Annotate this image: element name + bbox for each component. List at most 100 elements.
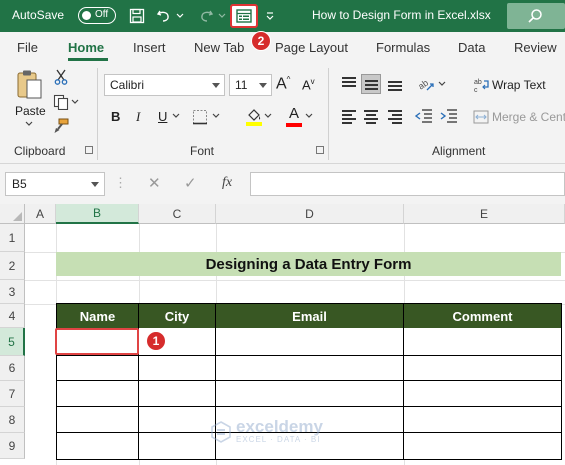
table-cell[interactable] — [139, 356, 216, 381]
borders-dropdown-icon[interactable] — [212, 112, 220, 120]
watermark-name: exceldemy — [236, 417, 323, 436]
select-all-corner[interactable] — [0, 204, 25, 224]
row-header-9[interactable]: 9 — [0, 433, 25, 459]
tab-new-tab[interactable]: New Tab — [194, 40, 244, 55]
row-header-4[interactable]: 4 — [0, 304, 25, 328]
cut-icon[interactable] — [52, 68, 70, 86]
table-cell[interactable] — [139, 433, 216, 459]
table-cell[interactable] — [139, 407, 216, 433]
autosave-toggle[interactable]: Off — [78, 7, 116, 24]
italic-button[interactable]: I — [136, 109, 140, 125]
decrease-font-size-button[interactable]: Av — [302, 77, 315, 92]
paste-label[interactable]: Paste — [15, 104, 46, 118]
increase-indent-icon[interactable] — [439, 107, 459, 125]
font-size-select[interactable]: 11 — [229, 74, 272, 96]
align-left-button[interactable] — [339, 106, 359, 126]
top-align-button[interactable] — [339, 74, 359, 94]
increase-font-size-button[interactable]: A^ — [276, 75, 290, 93]
row-header-6[interactable]: 6 — [0, 356, 25, 381]
table-cell[interactable] — [216, 328, 404, 356]
table-cell[interactable] — [404, 407, 561, 433]
font-color-button[interactable]: A — [286, 105, 302, 127]
font-launcher-icon[interactable] — [316, 146, 324, 154]
column-header-a[interactable]: A — [25, 204, 56, 224]
tab-file[interactable]: File — [17, 40, 38, 55]
table-cell[interactable] — [57, 356, 139, 381]
formula-input[interactable] — [250, 172, 565, 196]
underline-dropdown-icon[interactable] — [172, 112, 180, 120]
row-header-5[interactable]: 5 — [0, 328, 25, 356]
tab-home[interactable]: Home — [68, 40, 104, 55]
table-cell[interactable] — [404, 433, 561, 459]
tab-insert[interactable]: Insert — [133, 40, 166, 55]
chevron-down-icon — [212, 83, 220, 88]
copy-dropdown-icon[interactable] — [71, 98, 79, 106]
table-cell[interactable] — [404, 356, 561, 381]
align-right-button[interactable] — [385, 106, 405, 126]
name-box[interactable]: B5 — [5, 172, 105, 196]
table-cell[interactable] — [139, 381, 216, 407]
autosave-label: AutoSave — [12, 8, 65, 22]
name-box-value: B5 — [12, 177, 27, 191]
save-icon[interactable] — [126, 6, 148, 26]
format-painter-icon[interactable] — [52, 117, 70, 135]
borders-icon[interactable] — [190, 108, 210, 126]
enter-icon[interactable]: ✓ — [184, 174, 197, 192]
copy-icon[interactable] — [51, 93, 71, 111]
table-cell[interactable] — [57, 381, 139, 407]
merge-center-label[interactable]: Merge & Cent — [492, 110, 565, 124]
row-header-7[interactable]: 7 — [0, 381, 25, 407]
paste-icon[interactable] — [13, 68, 47, 102]
bottom-align-button[interactable] — [385, 74, 405, 94]
active-tab-indicator — [68, 58, 108, 61]
font-name-select[interactable]: Calibri — [104, 74, 225, 96]
column-header-e[interactable]: E — [404, 204, 565, 224]
row-header-3[interactable]: 3 — [0, 280, 25, 304]
undo-icon[interactable] — [153, 6, 175, 26]
document-title: How to Design Form in Excel.xlsx — [312, 8, 491, 22]
redo-icon[interactable] — [195, 6, 217, 26]
wrap-text-icon[interactable]: ab c — [473, 76, 491, 94]
table-cell[interactable] — [57, 407, 139, 433]
selected-cell-b5[interactable] — [55, 328, 139, 355]
middle-align-button[interactable] — [361, 74, 381, 94]
align-center-button[interactable] — [361, 106, 381, 126]
search-box[interactable] — [507, 3, 565, 29]
tab-data[interactable]: Data — [458, 40, 485, 55]
paste-dropdown-icon[interactable] — [24, 120, 34, 128]
fill-color-dropdown-icon[interactable] — [264, 112, 272, 120]
wrap-text-label[interactable]: Wrap Text — [492, 78, 546, 92]
redo-dropdown-icon[interactable] — [216, 6, 228, 26]
worksheet-grid[interactable]: A B C D E 1 2 3 4 5 6 7 8 9 Designing a … — [0, 204, 565, 465]
insert-function-button[interactable]: fx — [222, 175, 232, 191]
customize-qat-icon[interactable] — [262, 6, 278, 26]
row-header-8[interactable]: 8 — [0, 407, 25, 433]
decrease-indent-icon[interactable] — [414, 107, 434, 125]
undo-dropdown-icon[interactable] — [174, 6, 186, 26]
column-header-c[interactable]: C — [139, 204, 216, 224]
column-header-d[interactable]: D — [216, 204, 404, 224]
table-cell[interactable] — [404, 381, 561, 407]
form-button[interactable] — [230, 4, 258, 28]
clipboard-launcher-icon[interactable] — [85, 146, 93, 154]
row-header-2[interactable]: 2 — [0, 252, 25, 280]
row-header-1[interactable]: 1 — [0, 224, 25, 252]
table-cell[interactable] — [216, 356, 404, 381]
tab-page-layout[interactable]: Page Layout — [275, 40, 348, 55]
table-cell[interactable] — [57, 433, 139, 459]
orientation-icon[interactable]: ab — [416, 74, 436, 94]
clipboard-group-label: Clipboard — [14, 144, 66, 158]
chevron-down-icon — [91, 182, 99, 187]
table-cell[interactable] — [216, 381, 404, 407]
table-cell[interactable] — [404, 328, 561, 356]
font-color-dropdown-icon[interactable] — [305, 112, 313, 120]
orientation-dropdown-icon[interactable] — [438, 80, 446, 88]
bold-button[interactable]: B — [111, 109, 120, 124]
fill-color-icon[interactable] — [244, 106, 264, 128]
tab-review[interactable]: Review — [514, 40, 557, 55]
tab-formulas[interactable]: Formulas — [376, 40, 430, 55]
column-header-b[interactable]: B — [56, 204, 139, 224]
cancel-icon[interactable]: ✕ — [148, 174, 161, 192]
underline-button[interactable]: U — [158, 109, 167, 124]
merge-center-icon[interactable] — [472, 108, 490, 126]
